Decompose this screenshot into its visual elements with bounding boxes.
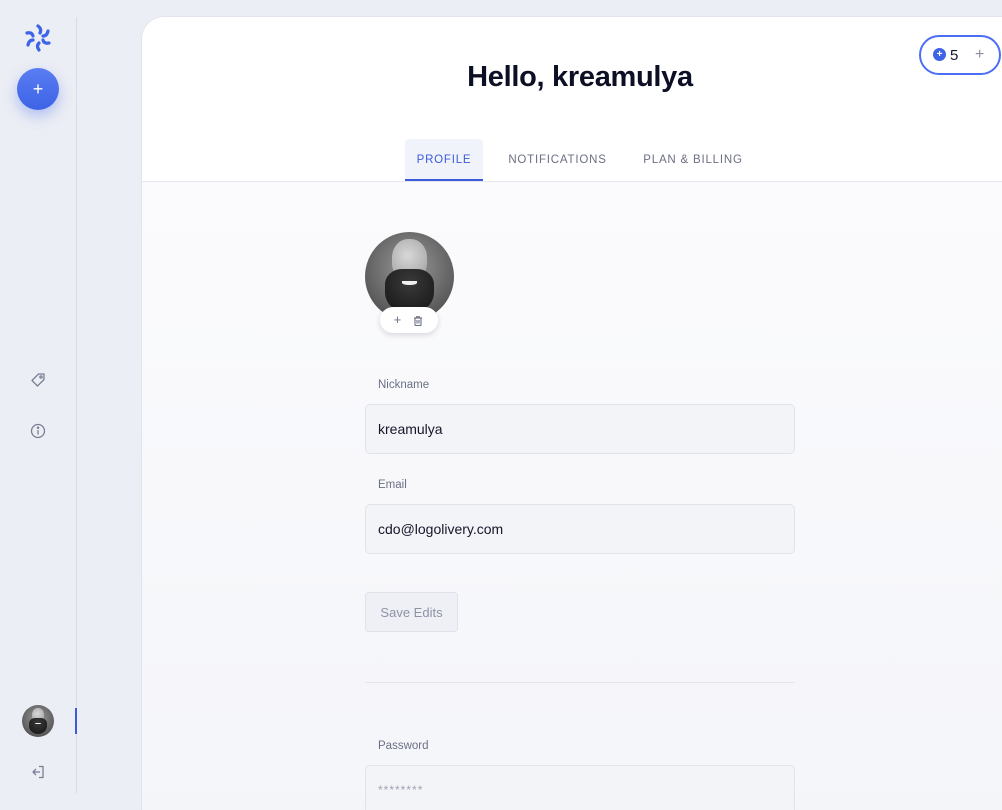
sidebar-divider xyxy=(76,17,77,793)
settings-tabs: PROFILE NOTIFICATIONS PLAN & BILLING xyxy=(142,139,1002,181)
credits-count: 5 xyxy=(950,47,959,64)
password-input[interactable] xyxy=(365,765,795,810)
logo-icon xyxy=(25,24,51,52)
app-logo[interactable] xyxy=(22,22,54,54)
active-indicator xyxy=(75,708,77,734)
email-input[interactable] xyxy=(365,504,795,554)
avatar-actions: + xyxy=(380,307,438,333)
nickname-input[interactable] xyxy=(365,404,795,454)
credits-pill[interactable]: + 5 + xyxy=(919,35,1001,75)
upload-avatar-button[interactable]: + xyxy=(394,307,402,333)
section-divider xyxy=(365,682,795,683)
settings-card: Hello, kreamulya + 5 + PROFILE NOTIFICAT… xyxy=(142,17,1002,810)
tag-icon[interactable] xyxy=(29,371,47,389)
tab-notifications[interactable]: NOTIFICATIONS xyxy=(500,139,615,181)
tab-profile[interactable]: PROFILE xyxy=(405,139,483,181)
add-credits-button[interactable]: + xyxy=(975,46,984,64)
tab-plan-billing[interactable]: PLAN & BILLING xyxy=(634,139,752,181)
email-label: Email xyxy=(378,479,407,491)
avatar-image xyxy=(22,705,54,737)
credits-coin-icon: + xyxy=(933,48,946,61)
page-title: Hello, kreamulya xyxy=(467,61,693,93)
user-avatar[interactable] xyxy=(22,705,54,737)
info-icon[interactable] xyxy=(29,422,47,440)
logout-icon[interactable] xyxy=(29,763,47,781)
create-new-button[interactable]: + xyxy=(17,68,59,110)
delete-avatar-button[interactable] xyxy=(412,307,424,333)
nickname-label: Nickname xyxy=(378,379,430,391)
sidebar: + xyxy=(0,0,77,810)
profile-form xyxy=(142,181,1002,810)
save-edits-button[interactable]: Save Edits xyxy=(365,592,458,632)
password-label: Password xyxy=(378,740,429,752)
trash-icon xyxy=(414,315,423,326)
